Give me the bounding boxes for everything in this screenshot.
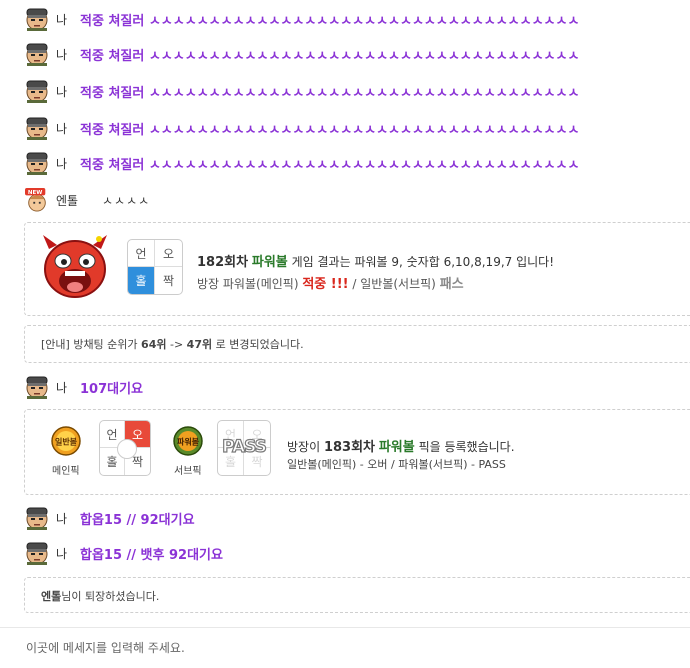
result-hit: 적중 !!! bbox=[302, 277, 349, 292]
game-result-card: 언 오 홀 짝 182회차 파워볼 게임 결과는 파워볼 9, 숫자합 6,10… bbox=[24, 222, 690, 316]
normal-ball-text: 일반볼 bbox=[55, 437, 78, 447]
chat-text: 합옵15 // 92대기요 bbox=[80, 512, 195, 528]
soldier-avatar-icon[interactable] bbox=[24, 375, 50, 399]
result-pass: 패스 bbox=[439, 277, 464, 292]
leave-name: 엔톨 bbox=[41, 590, 62, 603]
chat-log: 나 적중 쳐질러 ㅅㅅㅅㅅㅅㅅㅅㅅㅅㅅㅅㅅㅅㅅㅅㅅㅅㅅㅅㅅㅅㅅㅅㅅㅅㅅㅅㅅㅅㅅㅅ… bbox=[0, 0, 690, 627]
chat-text: 107대기요 bbox=[80, 381, 144, 397]
soldier-avatar-icon[interactable] bbox=[24, 79, 50, 103]
chat-message: 나 적중 쳐질러 ㅅㅅㅅㅅㅅㅅㅅㅅㅅㅅㅅㅅㅅㅅㅅㅅㅅㅅㅅㅅㅅㅅㅅㅅㅅㅅㅅㅅㅅㅅㅅ… bbox=[24, 41, 579, 67]
main-pick-grid[interactable]: 언 오 홀 짝 bbox=[99, 420, 151, 476]
chat-nick[interactable]: 나 bbox=[56, 155, 72, 172]
notice-suffix: 로 변경되었습니다. bbox=[215, 338, 304, 351]
soldier-avatar-icon[interactable] bbox=[24, 7, 50, 31]
rank-notice: [안내] 방채팅 순위가 64위 -> 47위 로 변경되었습니다. bbox=[24, 325, 690, 363]
chat-message: 나 적중 쳐질러 ㅅㅅㅅㅅㅅㅅㅅㅅㅅㅅㅅㅅㅅㅅㅅㅅㅅㅅㅅㅅㅅㅅㅅㅅㅅㅅㅅㅅㅅㅅㅅ… bbox=[24, 115, 579, 141]
grid-over: 오 bbox=[155, 240, 182, 267]
soldier-avatar-icon[interactable] bbox=[24, 506, 50, 530]
chat-nick[interactable]: 나 bbox=[56, 120, 72, 137]
result-text: 게임 결과는 파워볼 9, 숫자합 6,10,8,19,7 입니다! bbox=[291, 255, 555, 269]
chat-text: 적중 쳐질러 ㅅㅅㅅㅅㅅㅅㅅㅅㅅㅅㅅㅅㅅㅅㅅㅅㅅㅅㅅㅅㅅㅅㅅㅅㅅㅅㅅㅅㅅㅅㅅㅅㅅ… bbox=[80, 13, 580, 29]
grid-under: 언 bbox=[128, 240, 155, 267]
pick-game: 파워볼 bbox=[378, 440, 415, 455]
chat-text: 적중 쳐질러 ㅅㅅㅅㅅㅅㅅㅅㅅㅅㅅㅅㅅㅅㅅㅅㅅㅅㅅㅅㅅㅅㅅㅅㅅㅅㅅㅅㅅㅅㅅㅅㅅㅅ… bbox=[80, 85, 580, 101]
notice-prefix: [안내] 방채팅 순위가 bbox=[41, 338, 138, 351]
notice-from: 64위 bbox=[141, 338, 167, 351]
result-round: 182회차 bbox=[197, 255, 249, 270]
leave-notice: 엔톨님이 퇴장하셨습니다. bbox=[24, 577, 690, 613]
soldier-avatar-icon[interactable] bbox=[24, 42, 50, 66]
main-pick-label: 메인픽 bbox=[52, 466, 80, 477]
grid-odd: 홀 bbox=[128, 267, 155, 294]
chat-nick[interactable]: 나 bbox=[56, 46, 72, 63]
notice-text: [안내] 방채팅 순위가 64위 -> 47위 로 변경되었습니다. bbox=[41, 336, 304, 352]
result-line2-mid: / 일반볼(서브픽) bbox=[352, 277, 436, 291]
chat-nick[interactable]: 나 bbox=[56, 545, 72, 562]
chat-message: 나 합옵15 // 92대기요 bbox=[24, 505, 195, 531]
soldier-avatar-icon[interactable] bbox=[24, 151, 50, 175]
pick-prefix: 방장이 bbox=[287, 440, 321, 454]
chat-nick[interactable]: 엔톨 bbox=[56, 192, 84, 209]
result-line1: 182회차 파워볼 게임 결과는 파워볼 9, 숫자합 6,10,8,19,7 … bbox=[197, 251, 554, 270]
pick-suffix: 픽을 등록했습니다. bbox=[418, 440, 515, 454]
pick-round: 183회차 bbox=[323, 440, 376, 455]
sub-pick-grid[interactable]: 언 오 홀 짝 PASS bbox=[217, 420, 271, 476]
leave-message: 님이 퇴장하셨습니다. bbox=[61, 590, 160, 603]
pick-card: 일반볼 메인픽 언 오 홀 짝 파워볼 서브픽 언 오 홀 짝 PASS 방장이… bbox=[24, 409, 690, 495]
result-line2: 방장 파워볼(메인픽) 적중 !!! / 일반볼(서브픽) 패스 bbox=[197, 273, 464, 292]
notice-to: 47위 bbox=[186, 338, 213, 351]
result-line2-prefix: 방장 파워볼(메인픽) bbox=[197, 277, 299, 291]
chat-message: 나 합옵15 // 뱃후 92대기요 bbox=[24, 540, 223, 566]
chat-message: 나 적중 쳐질러 ㅅㅅㅅㅅㅅㅅㅅㅅㅅㅅㅅㅅㅅㅅㅅㅅㅅㅅㅅㅅㅅㅅㅅㅅㅅㅅㅅㅅㅅㅅㅅ… bbox=[24, 78, 579, 104]
sub-pick-label: 서브픽 bbox=[174, 466, 202, 477]
message-input[interactable] bbox=[24, 636, 668, 660]
pass-stamp: PASS bbox=[222, 436, 268, 457]
chat-nick[interactable]: 나 bbox=[56, 510, 72, 527]
chat-message: 나 적중 쳐질러 ㅅㅅㅅㅅㅅㅅㅅㅅㅅㅅㅅㅅㅅㅅㅅㅅㅅㅅㅅㅅㅅㅅㅅㅅㅅㅅㅅㅅㅅㅅㅅ… bbox=[24, 150, 579, 176]
result-game: 파워볼 bbox=[251, 255, 288, 270]
message-input-area bbox=[0, 627, 690, 668]
new-badge: NEW bbox=[28, 190, 42, 196]
power-ball-icon: 파워볼 bbox=[173, 426, 203, 456]
normal-ball-icon: 일반볼 bbox=[51, 426, 81, 456]
grid-even: 짝 bbox=[162, 274, 175, 288]
pick-line2: 일반볼(메인픽) - 오버 / 파워볼(서브픽) - PASS bbox=[287, 458, 506, 471]
chat-message: 나 적중 쳐질러 ㅅㅅㅅㅅㅅㅅㅅㅅㅅㅅㅅㅅㅅㅅㅅㅅㅅㅅㅅㅅㅅㅅㅅㅅㅅㅅㅅㅅㅅㅅㅅ… bbox=[24, 6, 579, 32]
result-grid: 언 오 홀 짝 bbox=[127, 239, 183, 295]
chat-nick[interactable]: 나 bbox=[56, 83, 72, 100]
notice-arrow: -> bbox=[169, 338, 184, 351]
soldier-avatar-icon[interactable] bbox=[24, 541, 50, 565]
chat-text: 적중 쳐질러 ㅅㅅㅅㅅㅅㅅㅅㅅㅅㅅㅅㅅㅅㅅㅅㅅㅅㅅㅅㅅㅅㅅㅅㅅㅅㅅㅅㅅㅅㅅㅅㅅㅅ… bbox=[80, 48, 580, 64]
chat-nick[interactable]: 나 bbox=[56, 11, 72, 28]
power-ball-text: 파워볼 bbox=[177, 437, 200, 447]
chat-message: NEW 엔톨 ㅅㅅㅅㅅ bbox=[24, 187, 150, 213]
grid-center-knob bbox=[117, 439, 137, 459]
devil-emoticon-icon bbox=[43, 235, 107, 298]
chat-text: ㅅㅅㅅㅅ bbox=[102, 193, 151, 208]
new-user-avatar-icon[interactable]: NEW bbox=[24, 188, 50, 212]
pick-line1: 방장이 183회차 파워볼 픽을 등록했습니다. bbox=[287, 436, 515, 455]
chat-message: 나 107대기요 bbox=[24, 374, 143, 400]
chat-text: 적중 쳐질러 ㅅㅅㅅㅅㅅㅅㅅㅅㅅㅅㅅㅅㅅㅅㅅㅅㅅㅅㅅㅅㅅㅅㅅㅅㅅㅅㅅㅅㅅㅅㅅㅅㅅ… bbox=[80, 157, 580, 173]
chat-nick[interactable]: 나 bbox=[56, 379, 72, 396]
chat-text: 합옵15 // 뱃후 92대기요 bbox=[80, 547, 223, 563]
leave-text: 엔톨님이 퇴장하셨습니다. bbox=[41, 588, 159, 604]
soldier-avatar-icon[interactable] bbox=[24, 116, 50, 140]
chat-text: 적중 쳐질러 ㅅㅅㅅㅅㅅㅅㅅㅅㅅㅅㅅㅅㅅㅅㅅㅅㅅㅅㅅㅅㅅㅅㅅㅅㅅㅅㅅㅅㅅㅅㅅㅅㅅ… bbox=[80, 122, 580, 138]
